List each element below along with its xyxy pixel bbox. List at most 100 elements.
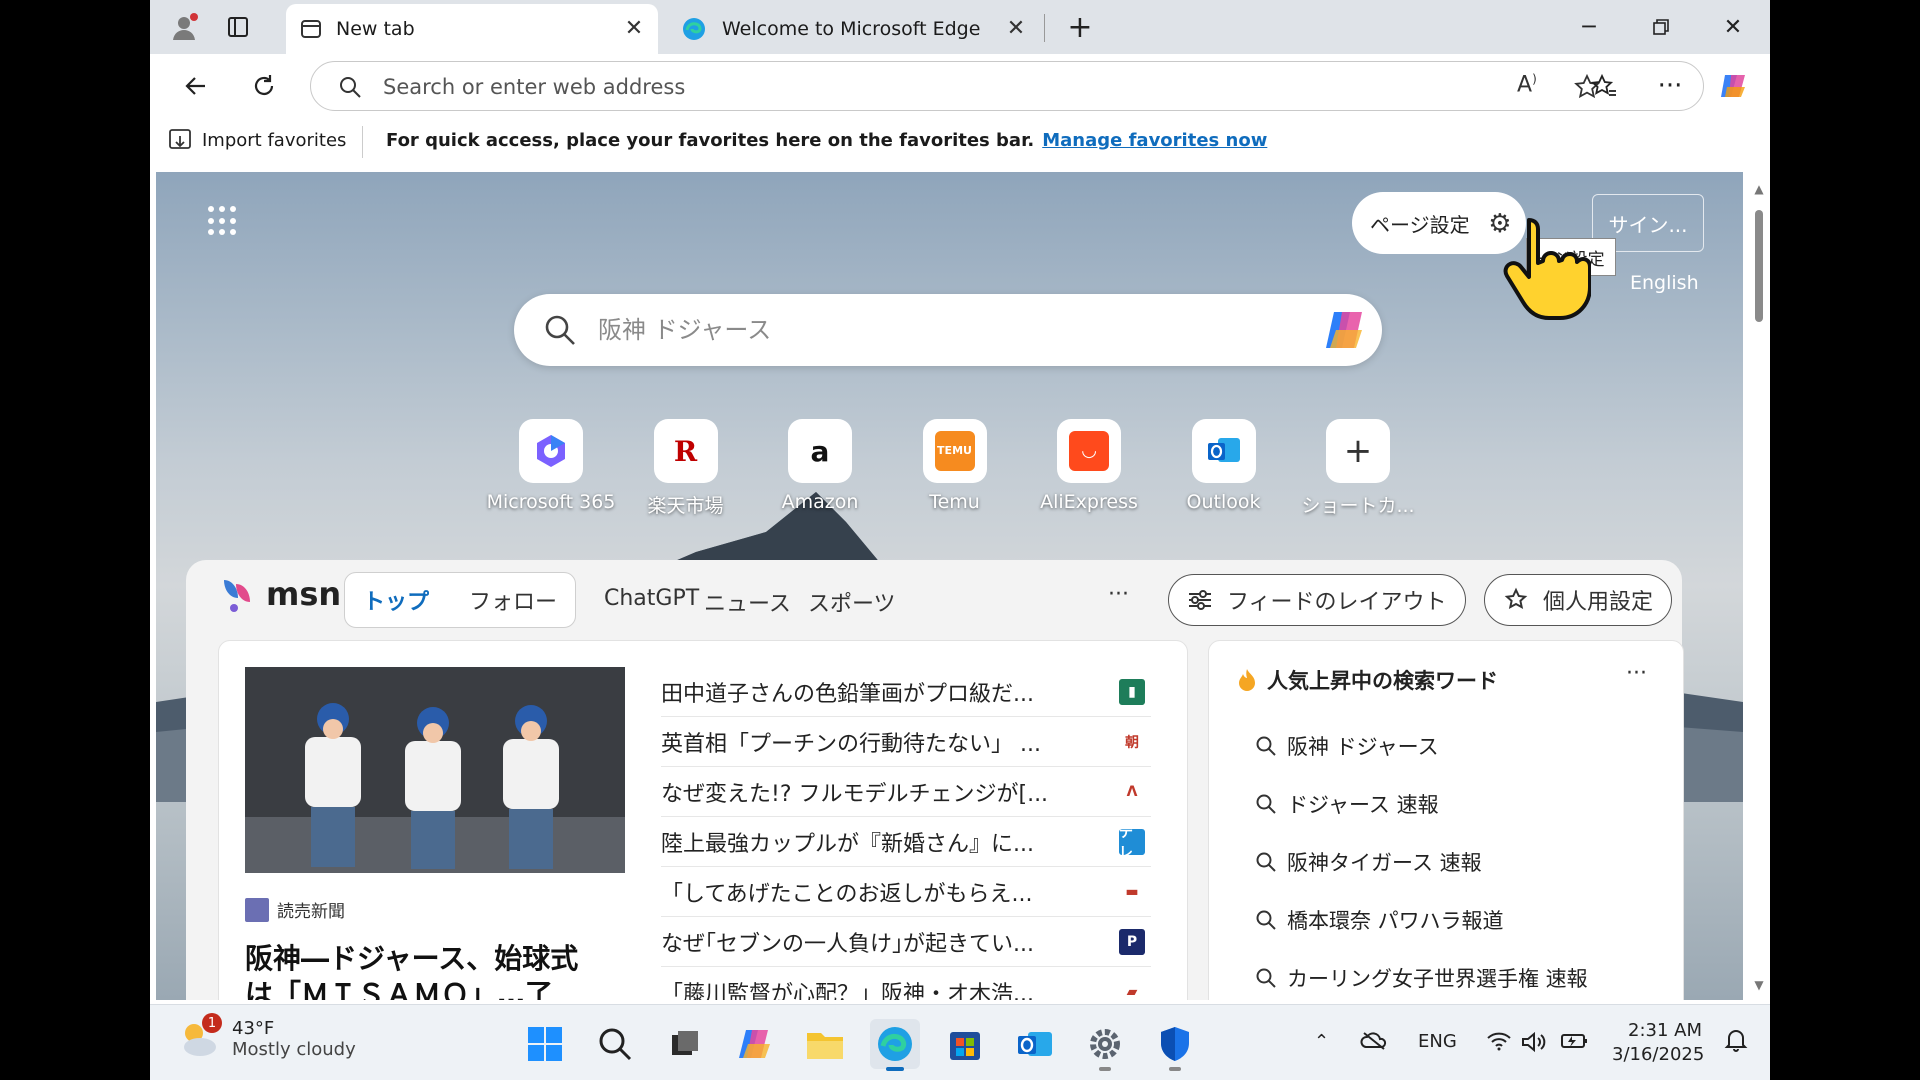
- trending-search-item[interactable]: 阪神 ドジャース: [1255, 731, 1439, 761]
- task-view-icon: [672, 1031, 698, 1055]
- search-icon: [1256, 968, 1276, 988]
- tab-label: Welcome to Microsoft Edge: [722, 18, 981, 40]
- tab-new-tab[interactable]: New tab ✕: [286, 4, 658, 54]
- shortcut-amazon[interactable]: a Amazon: [755, 419, 885, 519]
- page-settings-button[interactable]: ページ設定 ⚙: [1352, 192, 1526, 254]
- shortcut-label: 楽天市場: [647, 495, 724, 517]
- wifi-icon[interactable]: [1486, 1031, 1512, 1056]
- close-tab-icon[interactable]: ✕: [620, 14, 648, 42]
- tab-chatgpt[interactable]: ChatGPT: [604, 586, 699, 611]
- manage-favorites-link[interactable]: Manage favorites now: [1042, 130, 1267, 151]
- trending-search-item[interactable]: 阪神タイガース 速報: [1255, 847, 1482, 877]
- input-language[interactable]: ENG: [1418, 1031, 1457, 1052]
- headline-row[interactable]: 田中道子さんの色鉛筆画がプロ級だ... ▮: [661, 667, 1151, 717]
- feed-layout-button[interactable]: フィードのレイアウト: [1168, 574, 1466, 626]
- taskbar-outlook[interactable]: [1010, 1019, 1060, 1069]
- scroll-down-arrow-icon[interactable]: ▼: [1752, 978, 1766, 992]
- msn-logo[interactable]: msn: [220, 574, 341, 614]
- taskbar-defender[interactable]: [1150, 1019, 1200, 1071]
- refresh-button[interactable]: [242, 64, 286, 108]
- headline-row[interactable]: 「藤川監督が心配？」阪神・オ木浩... ▰: [661, 967, 1151, 1000]
- favorites-icon: [1590, 73, 1616, 96]
- minimize-button[interactable]: ─: [1558, 6, 1620, 48]
- headline-row[interactable]: 英首相「プーチンの行動待たない」 ... 朝: [661, 717, 1151, 767]
- hero-photo-image: [245, 667, 625, 873]
- taskbar-settings[interactable]: [1080, 1019, 1130, 1071]
- tab-top[interactable]: トップ: [363, 584, 429, 616]
- shortcut-m365[interactable]: Microsoft 365: [486, 419, 616, 519]
- search-icon: [1256, 794, 1276, 814]
- back-button[interactable]: [174, 64, 218, 108]
- hand-pointer-cursor-icon: [1503, 218, 1591, 320]
- tab-divider: [1044, 14, 1045, 42]
- trending-searches-card: 人気上昇中の検索ワード ··· 阪神 ドジャース ドジャース 速報 阪神タイガース …: [1208, 640, 1684, 1000]
- favorites-button[interactable]: [1582, 64, 1626, 108]
- taskbar-copilot[interactable]: [730, 1019, 780, 1069]
- tab-welcome[interactable]: Welcome to Microsoft Edge ✕: [668, 4, 1040, 54]
- trending-search-text: ドジャース 速報: [1287, 793, 1439, 817]
- shortcut-rakuten[interactable]: R 楽天市場: [621, 419, 751, 519]
- start-button[interactable]: [520, 1019, 570, 1069]
- feed-more-button[interactable]: ···: [1108, 582, 1129, 607]
- trending-search-item[interactable]: ドジャース 速報: [1255, 789, 1439, 819]
- shortcut-temu[interactable]: TEMU Temu: [890, 419, 1020, 519]
- hero-headline[interactable]: 阪神―ドジャース、始球式 は「ＭＩＳＡＭＯ」…了: [245, 941, 635, 1000]
- back-arrow-icon: [185, 77, 205, 95]
- headline-row[interactable]: 陸上最強カップルが『新婚さん』に... テレ: [661, 817, 1151, 867]
- web-search-box[interactable]: [514, 294, 1382, 366]
- page-scrollbar[interactable]: ▲ ▼: [1748, 172, 1770, 1000]
- import-favorites-button[interactable]: Import favorites: [168, 128, 346, 152]
- hero-photo[interactable]: [245, 667, 625, 873]
- new-tab-button[interactable]: +: [1060, 8, 1100, 46]
- language-link[interactable]: English: [1630, 272, 1699, 294]
- taskbar-store[interactable]: [940, 1019, 990, 1069]
- profile-button[interactable]: [164, 8, 204, 46]
- battery-icon[interactable]: [1560, 1031, 1590, 1056]
- app-launcher-icon[interactable]: [208, 206, 238, 236]
- close-window-button[interactable]: ✕: [1702, 6, 1764, 48]
- address-bar[interactable]: A): [310, 61, 1704, 111]
- shield-icon: [1161, 1027, 1189, 1061]
- headline-row[interactable]: 「してあげたことのお返しがもらえ... ▬: [661, 867, 1151, 917]
- favorites-hint: For quick access, place your favorites h…: [386, 130, 1267, 151]
- shortcut-aliexpress[interactable]: ◡ AliExpress: [1024, 419, 1154, 519]
- weather-widget[interactable]: 1 43°F Mostly cloudy: [176, 1013, 356, 1061]
- notifications-bell-icon[interactable]: [1724, 1027, 1748, 1058]
- scroll-up-arrow-icon[interactable]: ▲: [1752, 182, 1766, 196]
- headline-row[interactable]: なぜ｢セブンの一人負け｣が起きてい... P: [661, 917, 1151, 967]
- headline-row[interactable]: なぜ変えた!? フルモデルチェンジが[... ᐱ: [661, 767, 1151, 817]
- web-search-input[interactable]: [598, 312, 1238, 348]
- hero-source[interactable]: 読売新聞: [245, 897, 345, 922]
- taskbar-edge[interactable]: [870, 1019, 920, 1071]
- copilot-button[interactable]: [1712, 64, 1756, 108]
- copilot-icon[interactable]: [1322, 308, 1370, 352]
- shortcut-outlook[interactable]: Outlook: [1159, 419, 1289, 519]
- shortcut-label: Temu: [929, 491, 980, 513]
- aliexpress-icon: ◡: [1057, 419, 1121, 483]
- system-clock[interactable]: 2:31 AM 3/16/2025: [1612, 1019, 1704, 1067]
- tab-sports[interactable]: スポーツ: [808, 586, 896, 618]
- onedrive-offline-icon[interactable]: [1360, 1031, 1388, 1056]
- trending-search-item[interactable]: カーリング女子世界選手権 速報: [1255, 963, 1588, 993]
- shortcut-plus[interactable]: + ショートカ...: [1293, 419, 1423, 519]
- task-view-button[interactable]: [660, 1019, 710, 1069]
- show-hidden-icons-chevron-icon[interactable]: ⌃: [1314, 1031, 1329, 1052]
- taskbar-search-button[interactable]: [590, 1019, 640, 1069]
- personalize-button[interactable]: 個人用設定: [1484, 574, 1673, 626]
- restore-button[interactable]: [1630, 6, 1692, 48]
- tab-follow[interactable]: フォロー: [469, 584, 557, 616]
- close-tab-icon[interactable]: ✕: [1002, 14, 1030, 42]
- trending-more-button[interactable]: ···: [1626, 661, 1647, 686]
- taskbar-file-explorer[interactable]: [800, 1019, 850, 1069]
- volume-icon[interactable]: [1520, 1031, 1546, 1058]
- shortcut-label: AliExpress: [1040, 491, 1138, 513]
- scroll-thumb[interactable]: [1755, 210, 1763, 322]
- tab-news[interactable]: ニュース: [704, 586, 791, 618]
- tab-actions-button[interactable]: [218, 8, 258, 46]
- msn-brand-text: msn: [266, 575, 342, 613]
- settings-more-button[interactable]: ···: [1648, 64, 1692, 108]
- address-input[interactable]: [383, 72, 1383, 102]
- read-aloud-icon[interactable]: A): [1517, 72, 1537, 97]
- trending-search-item[interactable]: 橋本環奈 パワハラ報道: [1255, 905, 1503, 935]
- more-icon: ···: [1657, 71, 1683, 101]
